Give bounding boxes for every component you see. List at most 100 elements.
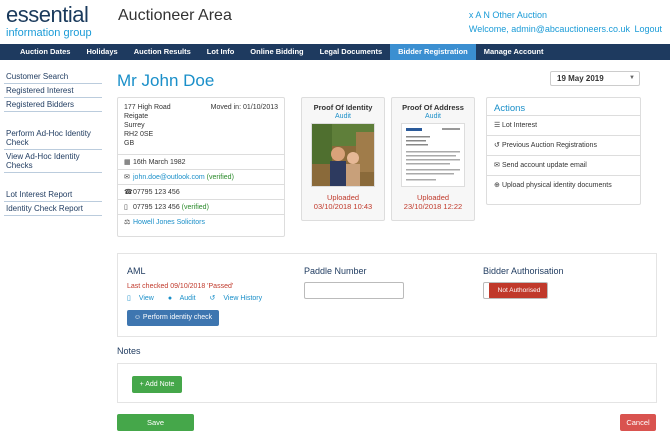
action-previous-registrations[interactable]: ↺ Previous Auction Registrations <box>487 136 640 156</box>
cancel-button[interactable]: Cancel <box>620 414 656 431</box>
logo-wordmark: essential <box>6 2 89 27</box>
sidebar-item-registered-bidders[interactable]: Registered Bidders <box>4 98 102 112</box>
page-title: Mr John Doe <box>117 71 215 90</box>
sidebar-item-registered-interest[interactable]: Registered Interest <box>4 84 102 98</box>
identity-photo-image <box>312 124 374 186</box>
nav-online-bidding[interactable]: Online Bidding <box>242 44 311 60</box>
email-verified-badge: (verified) <box>206 174 234 181</box>
auction-date-select[interactable]: 19 May 2019 ▼ <box>550 71 640 86</box>
phone-icon: ☎ <box>124 189 133 196</box>
dob-row: ▦ 16th March 1982 <box>118 155 284 170</box>
save-button[interactable]: Save <box>117 414 194 431</box>
action-label: Upload physical identity documents <box>502 182 612 189</box>
proof-of-address-card: Proof Of Address Audit Uploaded 23/10/20… <box>391 97 475 221</box>
logo-tagline: information group <box>6 27 92 39</box>
email-row: ✉ john.doe@outlook.com (verified) <box>118 170 284 185</box>
main-nav: Auction Dates Holidays Auction Results L… <box>0 44 670 60</box>
calendar-icon: ▦ <box>124 159 131 166</box>
address-document-image <box>402 124 464 186</box>
mobile-icon: ▯ <box>124 204 128 211</box>
action-upload-identity-docs[interactable]: ⊕ Upload physical identity documents <box>487 176 640 196</box>
aml-view-history-link[interactable]: ↺ View History <box>210 295 269 302</box>
sidebar-item-identity-check-report[interactable]: Identity Check Report <box>4 202 102 216</box>
auction-name-link[interactable]: x A N Other Auction <box>469 8 662 22</box>
history-icon: ↺ <box>494 142 500 149</box>
aml-view-link[interactable]: ▯ View <box>127 295 160 302</box>
phone-row: ☎07795 123 456 <box>118 185 284 200</box>
solicitor-link[interactable]: Howell Jones Solicitors <box>133 219 205 226</box>
sidebar-item-perform-adhoc-check[interactable]: Perform Ad-Hoc Identity Check <box>4 127 102 150</box>
dob-value: 16th March 1982 <box>133 159 186 166</box>
mobile-value: 07795 123 456 <box>133 204 180 211</box>
bidder-authorisation-title: Bidder Authorisation <box>483 266 564 276</box>
address-line: GB <box>124 140 135 147</box>
aml-view-label: View <box>138 295 154 302</box>
proof-address-status: Uploaded <box>416 193 450 202</box>
phone-value: 07795 123 456 <box>133 189 180 196</box>
actions-title: Actions <box>487 98 640 116</box>
email-link[interactable]: john.doe@outlook.com <box>133 174 205 181</box>
caret-down-icon: ▼ <box>629 75 635 81</box>
add-note-button[interactable]: + Add Note <box>132 376 182 393</box>
nav-legal-documents[interactable]: Legal Documents <box>312 44 391 60</box>
proof-identity-audit-link[interactable]: Audit <box>302 113 384 120</box>
moved-in-date: Moved in: 01/10/2013 <box>210 104 278 111</box>
proof-address-title: Proof Of Address <box>402 103 464 112</box>
list-icon: ☰ <box>494 122 501 129</box>
customer-info-card: 177 High Road Reigate Surrey RH2 0SE GB … <box>117 97 285 237</box>
action-send-update-email[interactable]: ✉ Send account update email <box>487 156 640 176</box>
welcome-text: Welcome, admin@abcauctioneers.co.uk <box>468 24 630 34</box>
proof-identity-status: Uploaded <box>326 193 360 202</box>
envelope-icon: ✉ <box>494 162 500 169</box>
header-user-info: x A N Other Auction Welcome, admin@abcau… <box>469 8 662 36</box>
address-line: RH2 0SE <box>124 131 154 138</box>
auction-date-value: 19 May 2019 <box>557 74 604 83</box>
nav-auction-dates[interactable]: Auction Dates <box>12 44 78 60</box>
address-document-thumbnail[interactable] <box>401 123 465 187</box>
sidebar-item-view-adhoc-checks[interactable]: View Ad-Hoc Identity Checks <box>4 150 102 173</box>
proof-identity-title: Proof Of Identity <box>313 103 373 112</box>
aml-links: ▯ View ● Audit ↺ View History <box>127 294 274 302</box>
action-label: Previous Auction Registrations <box>502 142 597 149</box>
mobile-row: ▯ 07795 123 456 (verified) <box>118 200 284 215</box>
actions-panel: Actions ☰ Lot Interest ↺ Previous Auction … <box>486 97 641 205</box>
nav-auction-results[interactable]: Auction Results <box>126 44 199 60</box>
identity-photo-thumbnail[interactable] <box>311 123 375 187</box>
paddle-number-title: Paddle Number <box>304 266 367 276</box>
envelope-icon: ✉ <box>124 174 130 181</box>
perform-identity-check-button[interactable]: ☺ Perform identity check <box>127 310 219 326</box>
registration-panel: AML Last checked 09/10/2018 'Passed' ▯ V… <box>117 253 657 337</box>
scales-icon: ⚖ <box>124 219 131 226</box>
nav-bidder-registration[interactable]: Bidder Registration <box>390 44 476 60</box>
logout-link[interactable]: Logout <box>634 24 662 34</box>
bidder-authorisation-toggle[interactable]: Not Authorised <box>483 282 548 299</box>
action-label: Lot Interest <box>502 122 538 129</box>
mobile-verified-badge: (verified) <box>181 204 209 211</box>
sidebar: Customer Search Registered Interest Regi… <box>4 70 102 216</box>
action-lot-interest[interactable]: ☰ Lot Interest <box>487 116 640 136</box>
sidebar-item-lot-interest-report[interactable]: Lot Interest Report <box>4 188 102 202</box>
aml-title: AML <box>127 266 146 276</box>
proof-address-audit-link[interactable]: Audit <box>392 113 474 120</box>
aml-history-label: View History <box>223 295 263 302</box>
address-line: Reigate <box>124 113 149 120</box>
aml-audit-label: Audit <box>179 295 196 302</box>
authorisation-state: Not Authorised <box>489 283 547 298</box>
document-icon: ▯ <box>127 295 131 302</box>
sidebar-item-customer-search[interactable]: Customer Search <box>4 70 102 84</box>
aml-audit-link[interactable]: ● Audit <box>168 295 202 302</box>
aml-last-checked: Last checked 09/10/2018 'Passed' <box>127 283 234 290</box>
paddle-number-input[interactable] <box>304 282 404 299</box>
nav-lot-info[interactable]: Lot Info <box>199 44 243 60</box>
proof-of-identity-card: Proof Of Identity Audit Uploaded 03/10/2… <box>301 97 385 221</box>
address-line: Surrey <box>124 122 145 129</box>
notes-title: Notes <box>117 346 141 356</box>
nav-manage-account[interactable]: Manage Account <box>476 44 552 60</box>
action-label: Send account update email <box>502 162 587 169</box>
upload-icon: ⊕ <box>494 182 500 189</box>
perform-identity-check-label: Perform identity check <box>142 314 213 321</box>
logo[interactable]: essential information group <box>6 2 92 40</box>
nav-holidays[interactable]: Holidays <box>78 44 125 60</box>
